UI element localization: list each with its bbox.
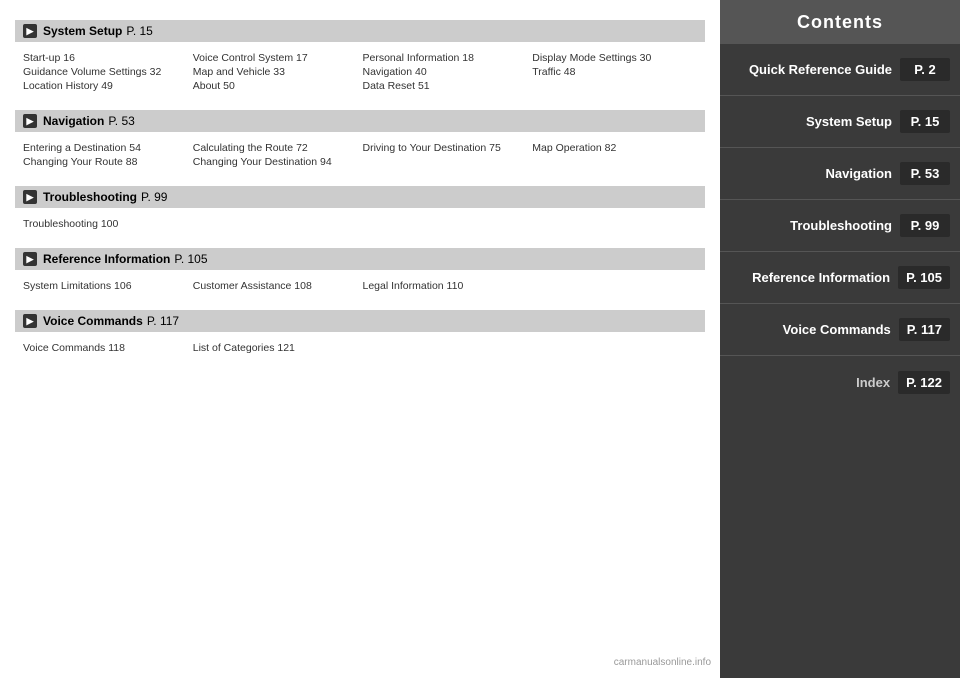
sidebar-item-label: Navigation <box>730 166 900 181</box>
sidebar-index-label: Index <box>730 375 898 390</box>
sidebar-items: Quick Reference GuideP. 2System SetupP. … <box>720 44 960 408</box>
section-content-voice-commands: Voice Commands 118 List of Categories 121 <box>15 338 705 364</box>
content-item: Location History 49 <box>23 80 188 92</box>
content-item: Customer Assistance 108 <box>193 280 358 292</box>
content-item: Entering a Destination 54 <box>23 142 188 154</box>
content-item: Start-up 16 <box>23 52 188 64</box>
content-item <box>532 80 697 92</box>
section-content-system-setup: Start-up 16 Voice Control System 17 Person… <box>15 48 705 102</box>
section-title-voice-commands: Voice Commands <box>43 314 143 328</box>
content-item <box>532 156 697 168</box>
content-item <box>193 218 358 230</box>
content-item: List of Categories 121 <box>193 342 358 354</box>
sidebar-item-index[interactable]: IndexP. 122 <box>720 356 960 408</box>
sidebar-item-label: Troubleshooting <box>730 218 900 233</box>
section-page-navigation: P. 53 <box>108 114 134 128</box>
content-item: Map Operation 82 <box>532 142 697 154</box>
sidebar-item-5[interactable]: Voice CommandsP. 117 <box>720 304 960 356</box>
sidebar-header: Contents <box>720 0 960 44</box>
content-item: Navigation 40 <box>363 66 528 78</box>
sidebar-item-2[interactable]: NavigationP. 53 <box>720 148 960 200</box>
content-item: Legal Information 110 <box>363 280 528 292</box>
content-item: Changing Your Route 88 <box>23 156 188 168</box>
sidebar-item-label: Voice Commands <box>730 322 899 337</box>
sidebar-item-3[interactable]: TroubleshootingP. 99 <box>720 200 960 252</box>
sidebar-item-page: P. 99 <box>900 214 950 237</box>
section-icon: ▶ <box>23 252 37 266</box>
content-item <box>363 218 528 230</box>
section-page-troubleshooting: P. 99 <box>141 190 167 204</box>
section-title-navigation: Navigation <box>43 114 104 128</box>
content-item: Changing Your Destination 94 <box>193 156 358 168</box>
content-item: Troubleshooting 100 <box>23 218 188 230</box>
section-header-system-setup: ▶ System Setup P. 15 <box>15 20 705 42</box>
content-item: Personal Information 18 <box>363 52 528 64</box>
main-content: ▶ System Setup P. 15 Start-up 16 Voice Cont… <box>0 0 720 678</box>
content-item <box>532 342 697 354</box>
sidebar-item-label: System Setup <box>730 114 900 129</box>
section-header-voice-commands: ▶ Voice Commands P. 117 <box>15 310 705 332</box>
content-item <box>363 342 528 354</box>
section-icon: ▶ <box>23 24 37 38</box>
content-item: Display Mode Settings 30 <box>532 52 697 64</box>
content-item: Voice Commands 118 <box>23 342 188 354</box>
watermark: carmanualsonline.info <box>610 655 715 670</box>
section-icon: ▶ <box>23 314 37 328</box>
section-header-reference-information: ▶ Reference Information P. 105 <box>15 248 705 270</box>
section-troubleshooting: ▶ Troubleshooting P. 99 Troubleshooting 10… <box>15 186 705 240</box>
sidebar-item-0[interactable]: Quick Reference GuideP. 2 <box>720 44 960 96</box>
content-item: Data Reset 51 <box>363 80 528 92</box>
sidebar-item-page: P. 15 <box>900 110 950 133</box>
sidebar-index-page: P. 122 <box>898 371 950 394</box>
section-reference-information: ▶ Reference Information P. 105 System Limi… <box>15 248 705 302</box>
sidebar-item-label: Quick Reference Guide <box>730 62 900 77</box>
content-item <box>363 156 528 168</box>
sidebar-item-label: Reference Information <box>730 270 898 285</box>
section-navigation: ▶ Navigation P. 53 Entering a Destination … <box>15 110 705 178</box>
sidebar-item-page: P. 53 <box>900 162 950 185</box>
content-item: System Limitations 106 <box>23 280 188 292</box>
section-voice-commands: ▶ Voice Commands P. 117 Voice Commands 118… <box>15 310 705 364</box>
content-item: Voice Control System 17 <box>193 52 358 64</box>
content-item: Calculating the Route 72 <box>193 142 358 154</box>
section-icon: ▶ <box>23 190 37 204</box>
sidebar-item-1[interactable]: System SetupP. 15 <box>720 96 960 148</box>
section-page-voice-commands: P. 117 <box>147 314 179 328</box>
section-title-troubleshooting: Troubleshooting <box>43 190 137 204</box>
sections-container: ▶ System Setup P. 15 Start-up 16 Voice Cont… <box>15 20 705 364</box>
sidebar-item-page: P. 2 <box>900 58 950 81</box>
content-item: Traffic 48 <box>532 66 697 78</box>
sidebar-item-page: P. 105 <box>898 266 950 289</box>
section-header-navigation: ▶ Navigation P. 53 <box>15 110 705 132</box>
content-item: Map and Vehicle 33 <box>193 66 358 78</box>
section-title-system-setup: System Setup <box>43 24 122 38</box>
sidebar: Contents Quick Reference GuideP. 2System… <box>720 0 960 678</box>
section-header-troubleshooting: ▶ Troubleshooting P. 99 <box>15 186 705 208</box>
section-content-troubleshooting: Troubleshooting 100 <box>15 214 705 240</box>
content-item <box>532 218 697 230</box>
sidebar-item-4[interactable]: Reference InformationP. 105 <box>720 252 960 304</box>
section-icon: ▶ <box>23 114 37 128</box>
section-title-reference-information: Reference Information <box>43 252 170 266</box>
sidebar-item-page: P. 117 <box>899 318 950 341</box>
section-page-reference-information: P. 105 <box>174 252 207 266</box>
section-content-navigation: Entering a Destination 54 Calculating the… <box>15 138 705 178</box>
content-item <box>532 280 697 292</box>
content-item: About 50 <box>193 80 358 92</box>
content-item: Guidance Volume Settings 32 <box>23 66 188 78</box>
section-system-setup: ▶ System Setup P. 15 Start-up 16 Voice Cont… <box>15 20 705 102</box>
content-item: Driving to Your Destination 75 <box>363 142 528 154</box>
section-page-system-setup: P. 15 <box>126 24 152 38</box>
section-content-reference-information: System Limitations 106 Customer Assistanc… <box>15 276 705 302</box>
